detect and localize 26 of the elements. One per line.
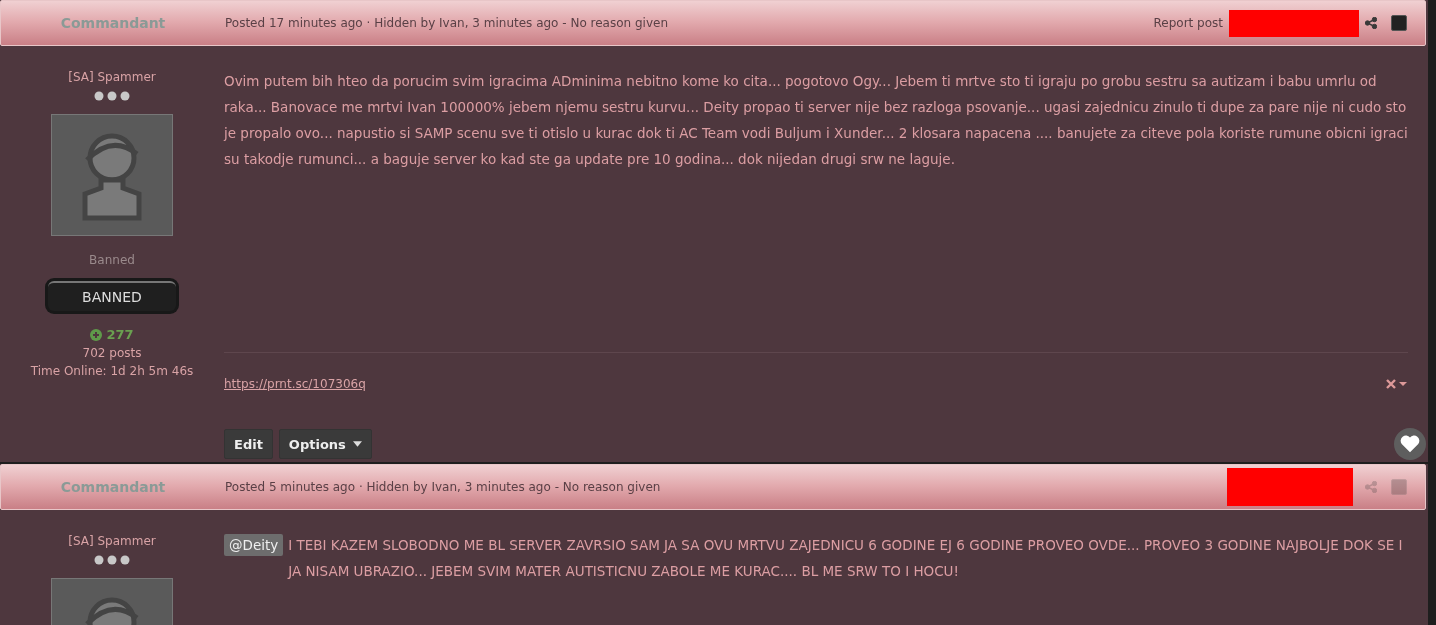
post-action-button[interactable]: Options [278, 429, 372, 459]
post-meta: Posted 17 minutes ago · Hidden by Ivan, 3 minutes ago - No reason given [225, 16, 668, 30]
mention-tag[interactable]: @Deity [224, 534, 284, 556]
close-icon[interactable] [1386, 378, 1408, 389]
rank-pips-icon [94, 555, 130, 565]
post-action-button[interactable]: Edit [224, 429, 273, 459]
post-text: I TEBI KAZEM SLOBODNO ME BL SERVER ZAVRSIO SAM JA SA OVU MRTVU ZAJEDNICU 6 GODINE EJ 6 GODINE PROVEO OVDE... PROVEO 3 GODINE NAJBOLJE DOK SE I JA NISAM UBRAZIO... JEBEM SVIM MATER AUTISTICNU ZABOLE ME KURAC.... BL ME SRW TO I HOCU! [288, 536, 1404, 581]
user-title: [SA] Spammer [68, 70, 156, 84]
rank-pips-icon [94, 91, 130, 101]
post-count: 702 posts [82, 346, 142, 360]
like-button[interactable] [1394, 428, 1426, 460]
post-text: Ovim putem bih hteo da porucim svim igracima ADminima nebitno kome ko cita... pogotovo Ogy... Jebem ti mrtve sto ti igraju po grobu sestru sa autizam i babu umrlu od raka... Banovace me mrtvi Ivan 100000% jebem njemu sestru kurvu... Deity propao ti server nije bez razloga psovanje... ugasi zajednicu zinulo ti dupe za pare nije ni cudo sto je propalo ovo... napustio si SAMP scenu sve ti otislo u kurac dok ti AC Team vodi Buljum i Xunder... 2 klosara napacena .... banujete za citeve pola koriste rumune obicni igraci su takodje rumunci... a baguje server ko kad ste ga update pre 10 godina... dok nijedan drugi srw ne laguje. [224, 73, 1408, 167]
signature-link[interactable]: https://prnt.sc/107306q [224, 376, 366, 391]
heart-icon [1399, 433, 1421, 455]
user-title: [SA] Spammer [68, 534, 156, 548]
user-group: Banned [89, 253, 135, 267]
reputation-count: 277 [106, 327, 134, 342]
report-link[interactable]: Report post [1153, 16, 1223, 30]
moderation-checkbox[interactable] [1391, 15, 1407, 31]
post-meta: Posted 5 minutes ago · Hidden by Ivan, 3 minutes ago - No reason given [225, 480, 661, 494]
share-icon[interactable] [1365, 17, 1377, 29]
time-online: Time Online: 1d 2h 5m 46s [30, 364, 194, 378]
banned-badge: BANNED [48, 281, 176, 311]
caret-icon [352, 441, 362, 447]
avatar-icon [51, 114, 173, 236]
plus-icon [90, 328, 103, 341]
